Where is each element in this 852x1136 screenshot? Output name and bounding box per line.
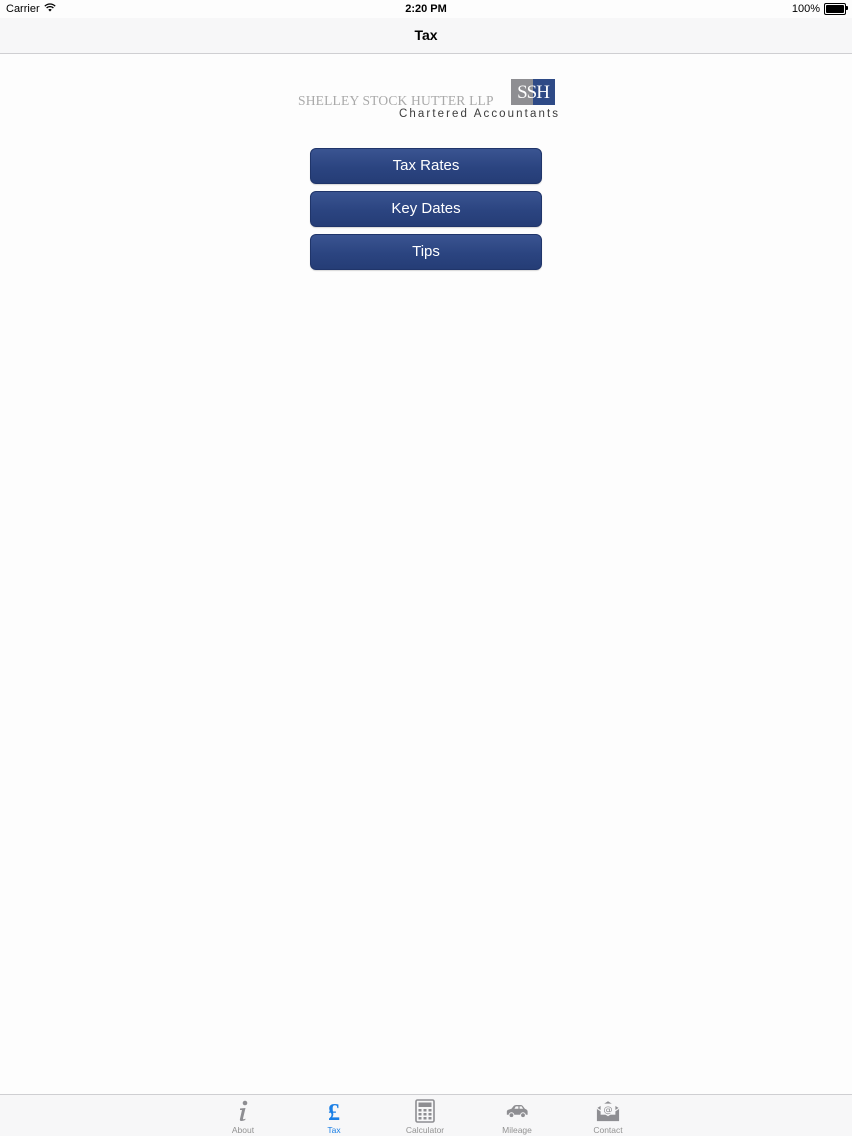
tips-button[interactable]: Tips	[310, 234, 542, 270]
pound-sign-icon: £	[322, 1099, 346, 1123]
tab-calculator-label: Calculator	[405, 1125, 445, 1135]
logo-firm-name: SHELLEY STOCK HUTTER LLP	[298, 93, 494, 108]
svg-text:£: £	[328, 1100, 340, 1123]
battery-percent: 100%	[791, 3, 820, 15]
logo-subtitle: Chartered Accountants	[399, 108, 561, 120]
navigation-bar: Tax	[0, 18, 852, 54]
status-right: 100%	[791, 3, 848, 15]
tax-menu: Tax Rates Key Dates Tips	[310, 148, 542, 277]
logo-monogram: SSH	[511, 79, 555, 105]
status-bar: Carrier 2:20 PM 100%	[0, 0, 852, 18]
tab-contact[interactable]: @ Contact	[563, 1097, 653, 1136]
info-icon	[231, 1099, 255, 1123]
tax-rates-button[interactable]: Tax Rates	[310, 148, 542, 184]
status-time: 2:20 PM	[405, 3, 447, 15]
tab-tax-label: Tax	[327, 1125, 341, 1135]
tab-mileage-label: Mileage	[502, 1125, 532, 1135]
battery-icon	[824, 3, 848, 15]
page-title: Tax	[414, 27, 438, 43]
tab-mileage[interactable]: Mileage	[472, 1097, 562, 1136]
battery-fill	[826, 5, 844, 13]
calculator-icon	[413, 1099, 437, 1123]
envelope-at-icon: @	[596, 1099, 620, 1123]
tab-bar: About £ Tax Calculator Mileage @ Contact	[0, 1094, 852, 1136]
tab-calculator[interactable]: Calculator	[380, 1097, 470, 1136]
logo-monogram-text: SSH	[517, 82, 550, 103]
car-icon	[505, 1099, 529, 1123]
key-dates-button[interactable]: Key Dates	[310, 191, 542, 227]
tab-about[interactable]: About	[198, 1097, 288, 1136]
app-screen: Carrier 2:20 PM 100% Tax SHELLEY STOCK H…	[0, 0, 852, 1136]
company-logo: SHELLEY STOCK HUTTER LLP SSH Chartered A…	[296, 78, 558, 124]
tab-contact-label: Contact	[593, 1125, 623, 1135]
tab-tax[interactable]: £ Tax	[289, 1097, 379, 1136]
tab-about-label: About	[231, 1125, 255, 1135]
